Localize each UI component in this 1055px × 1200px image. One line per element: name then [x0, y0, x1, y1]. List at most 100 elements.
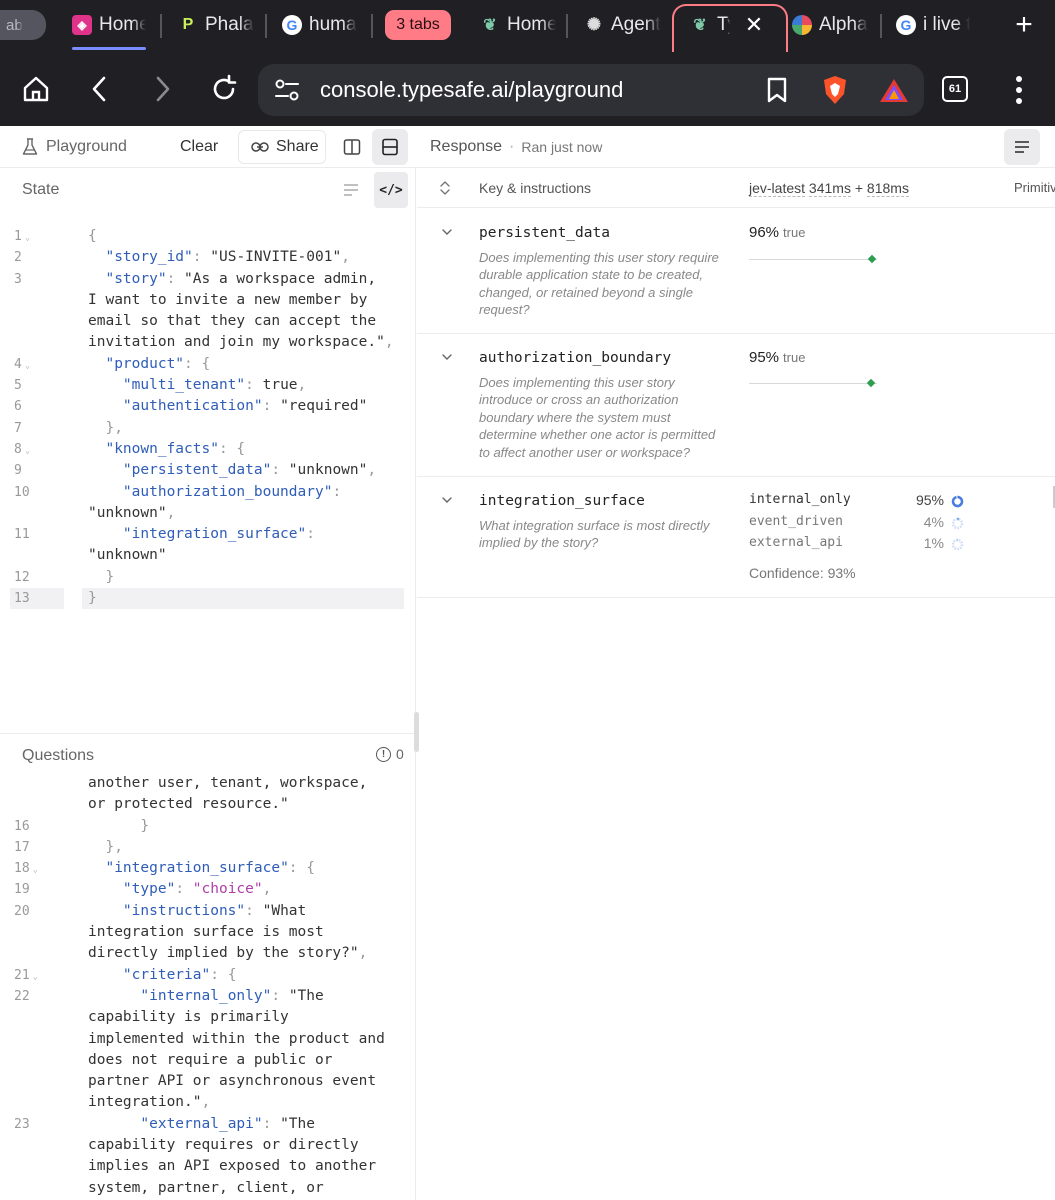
code-line: directly implied by the story?",	[88, 945, 368, 962]
code-line: capability is primarily	[88, 1009, 289, 1026]
tab-title: i live t	[923, 14, 970, 35]
questions-code-editor[interactable]: another user, tenant, workspace, or prot…	[0, 773, 416, 1199]
line-number: 8 ⌄	[14, 441, 31, 457]
reload-button[interactable]	[204, 69, 244, 109]
choice-external-api: external_api 1%	[749, 535, 964, 556]
share-label: Share	[276, 138, 319, 155]
format-lines-icon[interactable]	[342, 182, 360, 198]
code-line: or protected resource."	[88, 796, 289, 813]
chevron-down-icon[interactable]	[441, 495, 453, 505]
new-tab-button[interactable]: +	[1010, 8, 1038, 42]
site-settings-icon[interactable]	[274, 78, 300, 102]
response-row-authorization-boundary[interactable]: authorization_boundary Does implementing…	[417, 334, 1055, 477]
response-view-button[interactable]	[1004, 129, 1040, 165]
chevron-down-icon[interactable]	[441, 227, 453, 237]
tab-title: Alpha	[819, 14, 868, 35]
url-field[interactable]: console.typesafe.ai/playground	[258, 64, 924, 116]
columns-icon	[343, 139, 361, 155]
state-code-editor[interactable]: 1 ⌄{ 2 "story_id": "US-INVITE-001", 3 "st…	[0, 226, 416, 610]
row-key: integration_surface	[479, 493, 645, 509]
tab-home-2[interactable]: ❦ Home	[480, 10, 556, 40]
line-number: 18 ⌄	[14, 861, 39, 877]
line-number: 23	[14, 1116, 30, 1132]
questions-title: Questions	[22, 746, 95, 764]
model-column-header[interactable]: jev-latest 341ms + 818ms	[749, 180, 909, 197]
ran-status: Ran just now	[521, 139, 603, 155]
clear-button[interactable]: Clear	[180, 126, 218, 168]
tab-alpha[interactable]: Alpha	[792, 10, 868, 40]
tab-title: Home	[99, 14, 146, 35]
split-view-button[interactable]	[340, 126, 364, 168]
probability-ring-icon	[951, 495, 964, 508]
latency-second: 818ms	[866, 180, 909, 197]
code-line: 6 "authentication": "required"	[0, 396, 416, 417]
result-value: true	[783, 225, 806, 240]
tab-title: Agent	[611, 14, 661, 35]
state-title: State	[22, 181, 60, 198]
tab-agent[interactable]: ✺ Agent	[584, 10, 664, 40]
response-row-integration-surface[interactable]: integration_surface What integration sur…	[417, 477, 1055, 598]
line-number: 3	[14, 271, 22, 287]
row-description: Does implementing this user story requir…	[479, 250, 719, 318]
home-button[interactable]	[16, 69, 56, 109]
tab-google-ilive[interactable]: G i live t	[896, 10, 970, 40]
tab-active-underline	[72, 47, 146, 50]
questions-count-badge: ! 0	[376, 746, 404, 762]
home-icon	[23, 76, 49, 102]
choice-percent: 1%	[923, 535, 944, 551]
state-section-header: State </>	[0, 168, 416, 212]
browser-menu-icon[interactable]	[1004, 72, 1034, 108]
code-line: another user, tenant, workspace,	[88, 775, 368, 791]
tab-separator	[880, 14, 882, 38]
forward-arrow-icon	[156, 76, 170, 102]
forward-button[interactable]	[142, 69, 182, 109]
tab-group-badge[interactable]: 3 tabs	[385, 10, 451, 40]
line-number: 6	[14, 399, 22, 415]
code-line: "unknown"	[88, 547, 167, 564]
tab-home[interactable]: ◈ Home	[72, 10, 146, 40]
line-number: 17	[14, 839, 30, 855]
tab-partial[interactable]: ab	[0, 10, 46, 40]
editor-pane: State </> 1 ⌄{ 2 "story_id": "US-INVITE-0…	[0, 168, 416, 1200]
info-icon: !	[376, 746, 391, 762]
tab-switcher-button[interactable]: 61	[942, 76, 968, 102]
leaf-icon: ❦	[483, 17, 497, 34]
tab-google-huma[interactable]: G huma	[282, 10, 362, 40]
stacked-view-button[interactable]	[372, 129, 408, 165]
probability-ring-icon	[951, 517, 964, 530]
back-button[interactable]	[80, 69, 120, 109]
framer-icon: ◈	[72, 15, 92, 35]
key-column-header: Key & instructions	[479, 180, 592, 196]
response-table-header: Key & instructions jev-latest 341ms + 81…	[417, 168, 1055, 208]
tab-typesafe[interactable]: ❦ Ty	[690, 10, 730, 40]
row-description: Does implementing this user story introd…	[479, 375, 716, 460]
code-view-button[interactable]: </>	[374, 172, 408, 208]
tab-phala[interactable]: P Phala	[178, 10, 258, 40]
browser-address-bar: console.typesafe.ai/playground 61	[0, 52, 1055, 126]
questions-section-header: Questions ! 0	[0, 733, 416, 777]
brave-shields-icon[interactable]	[820, 74, 850, 106]
code-line: 20 "instructions": "What	[0, 901, 416, 922]
line-number: 9	[14, 463, 22, 479]
leaf-icon: ❦	[693, 17, 707, 34]
code-line: 17 },	[0, 837, 416, 858]
code-line: 19 "type": "choice",	[0, 879, 416, 900]
brave-rewards-icon[interactable]	[878, 76, 910, 104]
latency-first: 341ms	[808, 180, 851, 197]
tab-separator	[265, 14, 267, 38]
reload-icon	[213, 74, 237, 100]
choice-percent: 4%	[923, 514, 944, 530]
back-arrow-icon	[92, 76, 106, 102]
share-button[interactable]: Share	[238, 130, 326, 164]
close-tab-icon[interactable]: ✕	[742, 10, 766, 40]
bookmark-icon[interactable]	[764, 76, 790, 104]
code-line: partner API or asynchronous event	[88, 1073, 377, 1090]
sort-updown-icon[interactable]	[439, 180, 451, 196]
code-line: email so that they can accept the	[88, 313, 377, 330]
chevron-down-icon[interactable]	[441, 352, 453, 362]
response-row-persistent-data[interactable]: persistent_data Does implementing this u…	[417, 209, 1055, 334]
response-label: Response	[430, 138, 503, 155]
code-line-active: 13}	[0, 588, 416, 610]
app-toolbar: Playground Clear Share Response · Ran ju…	[0, 126, 1055, 168]
playground-tab[interactable]: Playground	[22, 126, 127, 168]
